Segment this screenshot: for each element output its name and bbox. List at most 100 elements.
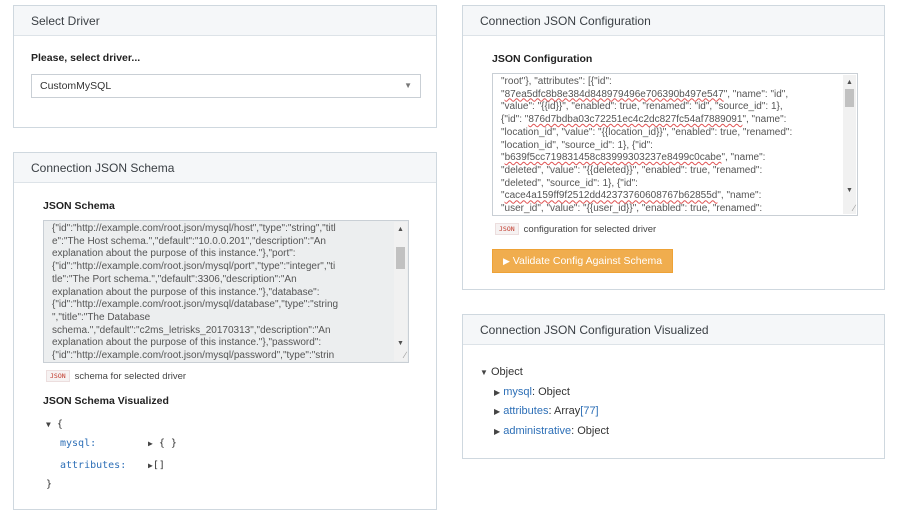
resize-grip-icon[interactable]: ∕ — [404, 349, 406, 362]
visualized-key: attributes — [503, 405, 549, 417]
schema-tree-open[interactable]: ▼ { — [46, 419, 63, 430]
textarea-token: "user_id", "value": "{{user_id}}", "enab… — [501, 203, 763, 215]
driver-select[interactable]: CustomMySQL ▼ — [31, 74, 421, 98]
visualized-type: Array — [553, 405, 581, 417]
driver-select-value: CustomMySQL — [40, 80, 112, 92]
textarea-token: "location_id", "source_id": 1}, {"id": — [501, 139, 653, 151]
textarea-line: ","title":"The Database — [52, 311, 151, 323]
textarea-token: "deleted", "source_id": 1}, {"id": — [501, 177, 638, 189]
visualized-root-label: Object — [490, 366, 523, 378]
schema-panel-title: Connection JSON Schema — [14, 153, 436, 183]
scroll-thumb[interactable] — [396, 247, 405, 269]
validate-config-button[interactable]: ▶ Validate Config Against Schema — [492, 249, 673, 273]
schema-tree-value: [] — [152, 460, 165, 471]
json-config-label: JSON Configuration — [492, 53, 593, 65]
textarea-line: {"id": "876d7bdba03c72251ec4c2dc827fc54a… — [501, 114, 839, 127]
schema-tree-item[interactable]: mysql: ▶ { } — [60, 438, 177, 449]
textarea-token: ", "name": — [721, 152, 766, 164]
visualized-key: mysql — [503, 386, 532, 398]
scroll-up-icon[interactable]: ▲ — [397, 224, 404, 237]
open-brace: { — [56, 419, 63, 430]
textarea-line: "87ea5dfc8b8e384d848979496e706390b497e54… — [501, 89, 839, 102]
visualized-item-administrative[interactable]: ▶ administrative: Object — [494, 425, 609, 437]
visualized-type: Object — [577, 425, 609, 437]
textarea-line: {"id":"http://example.com/root.json/mysq… — [52, 223, 336, 234]
textarea-line: tle":"The Port schema.","default":3306,"… — [52, 273, 297, 285]
textarea-line: "location_id", "value": "{{location_id}}… — [501, 127, 839, 140]
chevron-down-icon: ▼ — [404, 81, 412, 90]
schema-tree-key: attributes: — [60, 460, 127, 471]
textarea-token: b639f5cc719831458c83999303237e8499c0cabe — [504, 152, 722, 164]
textarea-line: "deleted", "value": "{{deleted}}", "enab… — [501, 165, 839, 178]
schema-tree-item[interactable]: attributes: ▶[] — [60, 460, 165, 471]
caret-right-icon[interactable]: ▶ — [494, 388, 500, 397]
textarea-token: "deleted", "value": "{{deleted}}", "enab… — [501, 164, 763, 176]
scroll-down-icon[interactable]: ▼ — [846, 185, 853, 198]
config-helper-text: configuration for selected driver — [523, 224, 657, 235]
config-panel: Connection JSON Configuration JSON Confi… — [462, 5, 885, 290]
textarea-line: {"id":"http://example.com/root.json/mysq… — [52, 350, 335, 362]
json-badge: JSON — [46, 370, 70, 382]
textarea-token: 87ea5dfc8b8e384d848979496e706390b497e547 — [504, 88, 724, 100]
caret-right-icon[interactable]: ▶ — [494, 407, 500, 416]
json-badge: JSON — [495, 223, 519, 235]
textarea-line: "user_id", "value": "{{user_id}}", "enab… — [501, 203, 839, 215]
schema-tree-value: { } — [158, 438, 177, 449]
schema-helper: JSON schema for selected driver — [46, 370, 186, 382]
visualized-key: administrative — [503, 425, 572, 437]
textarea-line: "location_id", "source_id": 1}, {"id": — [501, 140, 839, 153]
validate-config-label: Validate Config Against Schema — [512, 255, 663, 267]
textarea-line: explanation about the purpose of this in… — [52, 337, 322, 349]
textarea-line: {"id":"http://example.com/root.json/mysq… — [52, 299, 339, 311]
config-panel-title: Connection JSON Configuration — [463, 6, 884, 36]
select-driver-title: Select Driver — [14, 6, 436, 36]
scroll-down-icon[interactable]: ▼ — [397, 338, 404, 351]
json-schema-textarea[interactable]: {"id":"http://example.com/root.json/mysq… — [43, 220, 409, 363]
schema-scrollbar[interactable]: ▲ ▼ — [394, 222, 407, 361]
textarea-line: "value": "{{id}}", "enabled": true, "ren… — [501, 101, 839, 114]
schema-tree-close: } — [46, 479, 52, 490]
textarea-token: {"id": " — [501, 114, 529, 126]
visualized-type: Object — [538, 386, 570, 398]
textarea-token: ", "name": — [717, 190, 762, 202]
json-config-textarea[interactable]: "root"}, "attributes": [{"id": "87ea5dfc8… — [492, 73, 858, 216]
config-visualized-panel: Connection JSON Configuration Visualized… — [462, 314, 885, 459]
textarea-line: explanation about the purpose of this in… — [52, 286, 320, 298]
caret-right-icon[interactable]: ▶ — [148, 439, 153, 448]
textarea-token: "root"}, "attributes": [{"id": — [501, 76, 612, 87]
textarea-token: ", "name": — [742, 114, 787, 126]
schema-visualized-label: JSON Schema Visualized — [43, 395, 169, 407]
play-icon: ▶ — [502, 256, 510, 266]
caret-down-icon[interactable]: ▼ — [480, 368, 488, 377]
schema-helper-text: schema for selected driver — [74, 371, 187, 382]
config-visualized-title: Connection JSON Configuration Visualized — [463, 315, 884, 345]
scroll-up-icon[interactable]: ▲ — [846, 77, 853, 90]
textarea-token: "value": "{{id}}", "enabled": true, "ren… — [501, 101, 783, 113]
visualized-item-mysql[interactable]: ▶ mysql: Object — [494, 386, 570, 398]
textarea-line: {"id":"http://example.com/root.json/mysq… — [52, 261, 336, 273]
textarea-token: cace4a159ff9f2512dd42373760608767b62855d — [504, 190, 718, 202]
config-scrollbar[interactable]: ▲ ▼ — [843, 75, 856, 214]
textarea-line: "b639f5cc719831458c83999303237e8499c0cab… — [501, 152, 839, 165]
caret-right-icon[interactable]: ▶ — [494, 427, 500, 436]
caret-down-icon[interactable]: ▼ — [46, 420, 51, 429]
select-driver-panel: Select Driver Please, select driver... C… — [13, 5, 437, 128]
config-helper: JSON configuration for selected driver — [495, 223, 656, 235]
resize-grip-icon[interactable]: ∕ — [853, 202, 855, 215]
close-brace: } — [46, 479, 53, 490]
textarea-token: ", "name": "id", — [723, 88, 789, 100]
json-config-text: "root"}, "attributes": [{"id": "87ea5dfc8… — [501, 76, 839, 215]
driver-prompt-label: Please, select driver... — [31, 52, 141, 64]
textarea-line: schema.","default":"c2ms_letrisks_201703… — [52, 324, 331, 336]
visualized-item-attributes[interactable]: ▶ attributes: Array[77] — [494, 405, 599, 417]
json-schema-text: {"id":"http://example.com/root.json/mysq… — [52, 223, 390, 362]
visualized-root[interactable]: ▼ Object — [480, 366, 523, 378]
textarea-token: "location_id", "value": "{{location_id}}… — [501, 126, 793, 138]
textarea-line: "deleted", "source_id": 1}, {"id": — [501, 178, 839, 191]
schema-panel: Connection JSON Schema JSON Schema {"id"… — [13, 152, 437, 510]
textarea-line: "cace4a159ff9f2512dd42373760608767b62855… — [501, 190, 839, 203]
schema-tree-key: mysql: — [60, 438, 97, 449]
visualized-count: [77] — [580, 405, 599, 417]
json-schema-label: JSON Schema — [43, 200, 115, 212]
scroll-thumb[interactable] — [845, 89, 854, 107]
